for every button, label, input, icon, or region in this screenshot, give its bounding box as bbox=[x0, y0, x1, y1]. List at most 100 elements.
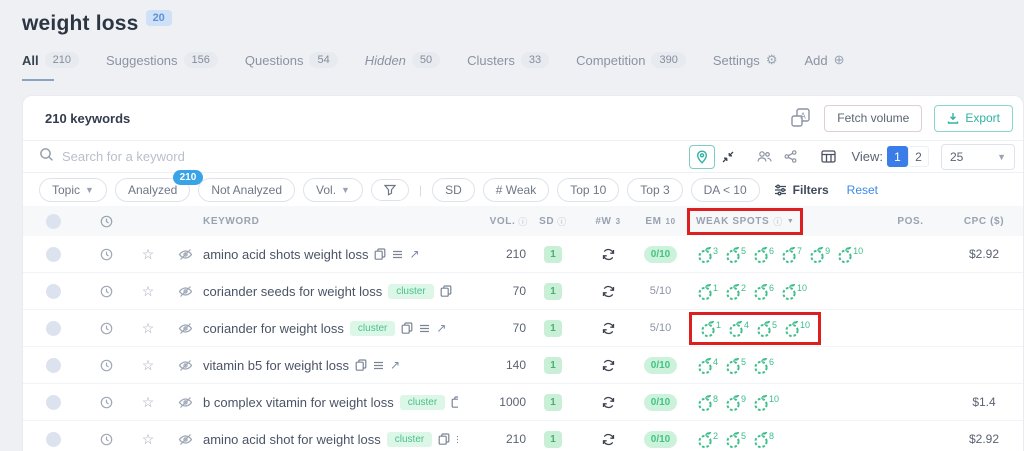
weak-spot-fruit-icon[interactable]: 9 bbox=[809, 245, 830, 264]
keyword-text[interactable]: amino acid shots weight loss bbox=[203, 247, 368, 262]
col-vol[interactable]: VOL. ⓘ bbox=[458, 215, 528, 228]
tab-all[interactable]: All 210 bbox=[22, 52, 79, 81]
weak-spot-fruit-icon[interactable]: 5 bbox=[725, 356, 746, 375]
tab-add[interactable]: Add ⊕ bbox=[804, 52, 844, 81]
eye-off-icon[interactable] bbox=[178, 396, 193, 409]
weak-spot-fruit-icon[interactable]: 5 bbox=[725, 245, 746, 264]
collapse-button[interactable] bbox=[715, 144, 742, 169]
external-link-icon[interactable]: ↗ bbox=[436, 321, 446, 335]
row-checkbox[interactable] bbox=[45, 246, 61, 262]
col-weak3[interactable]: #W 3 bbox=[578, 216, 638, 227]
weak-spot-fruit-icon[interactable]: 8 bbox=[697, 393, 718, 412]
keyword-text[interactable]: coriander for weight loss bbox=[203, 321, 344, 336]
weak-spot-fruit-icon[interactable]: 4 bbox=[728, 319, 749, 338]
weak-spot-fruit-icon[interactable]: 10 bbox=[781, 282, 807, 301]
page-size-select[interactable]: 25 ▼ bbox=[941, 143, 1015, 170]
weak-spot-fruit-icon[interactable]: 6 bbox=[753, 245, 774, 264]
row-checkbox[interactable] bbox=[45, 431, 61, 447]
weak-spot-fruit-icon[interactable]: 5 bbox=[725, 430, 746, 449]
tab-suggestions[interactable]: Suggestions 156 bbox=[106, 52, 218, 81]
refresh-icon[interactable] bbox=[602, 285, 615, 298]
col-sd[interactable]: SD ⓘ bbox=[528, 215, 578, 228]
tab-settings[interactable]: Settings ⚙ bbox=[713, 52, 778, 81]
col-em[interactable]: EM 10 bbox=[638, 216, 683, 227]
tab-questions[interactable]: Questions 54 bbox=[245, 52, 338, 81]
star-icon[interactable]: ☆ bbox=[142, 321, 155, 335]
star-icon[interactable]: ☆ bbox=[142, 247, 155, 261]
weak-spot-fruit-icon[interactable]: 4 bbox=[697, 356, 718, 375]
table-view-button[interactable] bbox=[815, 144, 842, 169]
tab-competition[interactable]: Competition 390 bbox=[576, 52, 686, 81]
filter-funnel[interactable] bbox=[370, 178, 409, 201]
serp-list-icon[interactable] bbox=[373, 361, 384, 370]
refresh-icon[interactable] bbox=[602, 433, 615, 446]
weak-spot-fruit-icon[interactable]: 8 bbox=[753, 430, 774, 449]
refresh-icon[interactable] bbox=[602, 396, 615, 409]
star-icon[interactable]: ☆ bbox=[142, 284, 155, 298]
star-icon[interactable]: ☆ bbox=[142, 432, 155, 446]
col-pos[interactable]: POS. bbox=[878, 216, 943, 227]
filter-sd[interactable]: SD bbox=[432, 177, 475, 202]
refresh-icon[interactable] bbox=[602, 248, 615, 261]
row-checkbox[interactable] bbox=[45, 394, 61, 410]
view-1-button[interactable]: 1 bbox=[887, 146, 908, 167]
fetch-volume-button[interactable]: Fetch volume bbox=[824, 104, 923, 132]
translate-pages-icon[interactable]: A bbox=[790, 108, 812, 128]
external-link-icon[interactable]: ↗ bbox=[390, 358, 400, 372]
weak-spot-fruit-icon[interactable]: 5 bbox=[756, 319, 777, 338]
keyword-text[interactable]: vitamin b5 for weight loss bbox=[203, 358, 349, 373]
external-link-icon[interactable]: ↗ bbox=[409, 247, 419, 261]
row-checkbox[interactable] bbox=[45, 283, 61, 299]
share-button[interactable] bbox=[777, 144, 804, 169]
eye-off-icon[interactable] bbox=[178, 433, 193, 446]
weak-spot-fruit-icon[interactable]: 6 bbox=[753, 282, 774, 301]
weak-spot-fruit-icon[interactable]: 10 bbox=[784, 319, 810, 338]
copy-icon[interactable] bbox=[355, 359, 367, 371]
copy-icon[interactable] bbox=[451, 396, 458, 408]
weak-spot-fruit-icon[interactable]: 6 bbox=[753, 356, 774, 375]
assign-users-button[interactable] bbox=[751, 144, 778, 169]
col-weak-spots[interactable]: WEAK SPOTS ⓘ ▼ bbox=[683, 207, 878, 235]
clock-icon[interactable] bbox=[100, 359, 113, 372]
filter-topic[interactable]: Topic ▼ bbox=[39, 177, 107, 202]
eye-off-icon[interactable] bbox=[178, 322, 193, 335]
eye-off-icon[interactable] bbox=[178, 285, 193, 298]
weak-spot-fruit-icon[interactable]: 7 bbox=[781, 245, 802, 264]
weak-spot-fruit-icon[interactable]: 1 bbox=[700, 319, 721, 338]
keyword-text[interactable]: b complex vitamin for weight loss bbox=[203, 395, 394, 410]
clock-icon[interactable] bbox=[100, 433, 113, 446]
location-pin-button[interactable] bbox=[689, 144, 716, 169]
filter-not-analyzed[interactable]: Not Analyzed bbox=[198, 177, 296, 202]
eye-off-icon[interactable] bbox=[178, 359, 193, 372]
weak-spot-fruit-icon[interactable]: 2 bbox=[725, 282, 746, 301]
clock-icon[interactable] bbox=[100, 248, 113, 261]
copy-icon[interactable] bbox=[438, 433, 450, 445]
eye-off-icon[interactable] bbox=[178, 248, 193, 261]
col-keyword[interactable]: KEYWORD bbox=[203, 216, 458, 227]
copy-icon[interactable] bbox=[440, 285, 452, 297]
weak-spot-fruit-icon[interactable]: 10 bbox=[837, 245, 863, 264]
filters-button[interactable]: Filters bbox=[774, 183, 829, 197]
export-button[interactable]: Export bbox=[934, 104, 1013, 132]
weak-spot-fruit-icon[interactable]: 10 bbox=[753, 393, 779, 412]
tab-hidden[interactable]: Hidden 50 bbox=[365, 52, 441, 81]
refresh-icon[interactable] bbox=[602, 359, 615, 372]
serp-list-icon[interactable] bbox=[419, 324, 430, 333]
weak-spot-fruit-icon[interactable]: 9 bbox=[725, 393, 746, 412]
reset-button[interactable]: Reset bbox=[847, 183, 878, 197]
filter-vol[interactable]: Vol. ▼ bbox=[303, 177, 363, 202]
clock-icon[interactable] bbox=[100, 396, 113, 409]
select-all-checkbox[interactable] bbox=[45, 213, 61, 229]
keyword-text[interactable]: coriander seeds for weight loss bbox=[203, 284, 382, 299]
star-icon[interactable]: ☆ bbox=[142, 395, 155, 409]
filter-da[interactable]: DA < 10 bbox=[690, 177, 760, 202]
view-2-button[interactable]: 2 bbox=[908, 146, 929, 167]
weak-spot-fruit-icon[interactable]: 3 bbox=[697, 245, 718, 264]
weak-spot-fruit-icon[interactable]: 2 bbox=[697, 430, 718, 449]
filter-weak[interactable]: # Weak bbox=[482, 177, 550, 202]
search-input[interactable] bbox=[62, 149, 690, 164]
clock-icon[interactable] bbox=[100, 322, 113, 335]
row-checkbox[interactable] bbox=[45, 357, 61, 373]
filter-top10[interactable]: Top 10 bbox=[557, 177, 620, 202]
serp-list-icon[interactable] bbox=[392, 250, 403, 259]
